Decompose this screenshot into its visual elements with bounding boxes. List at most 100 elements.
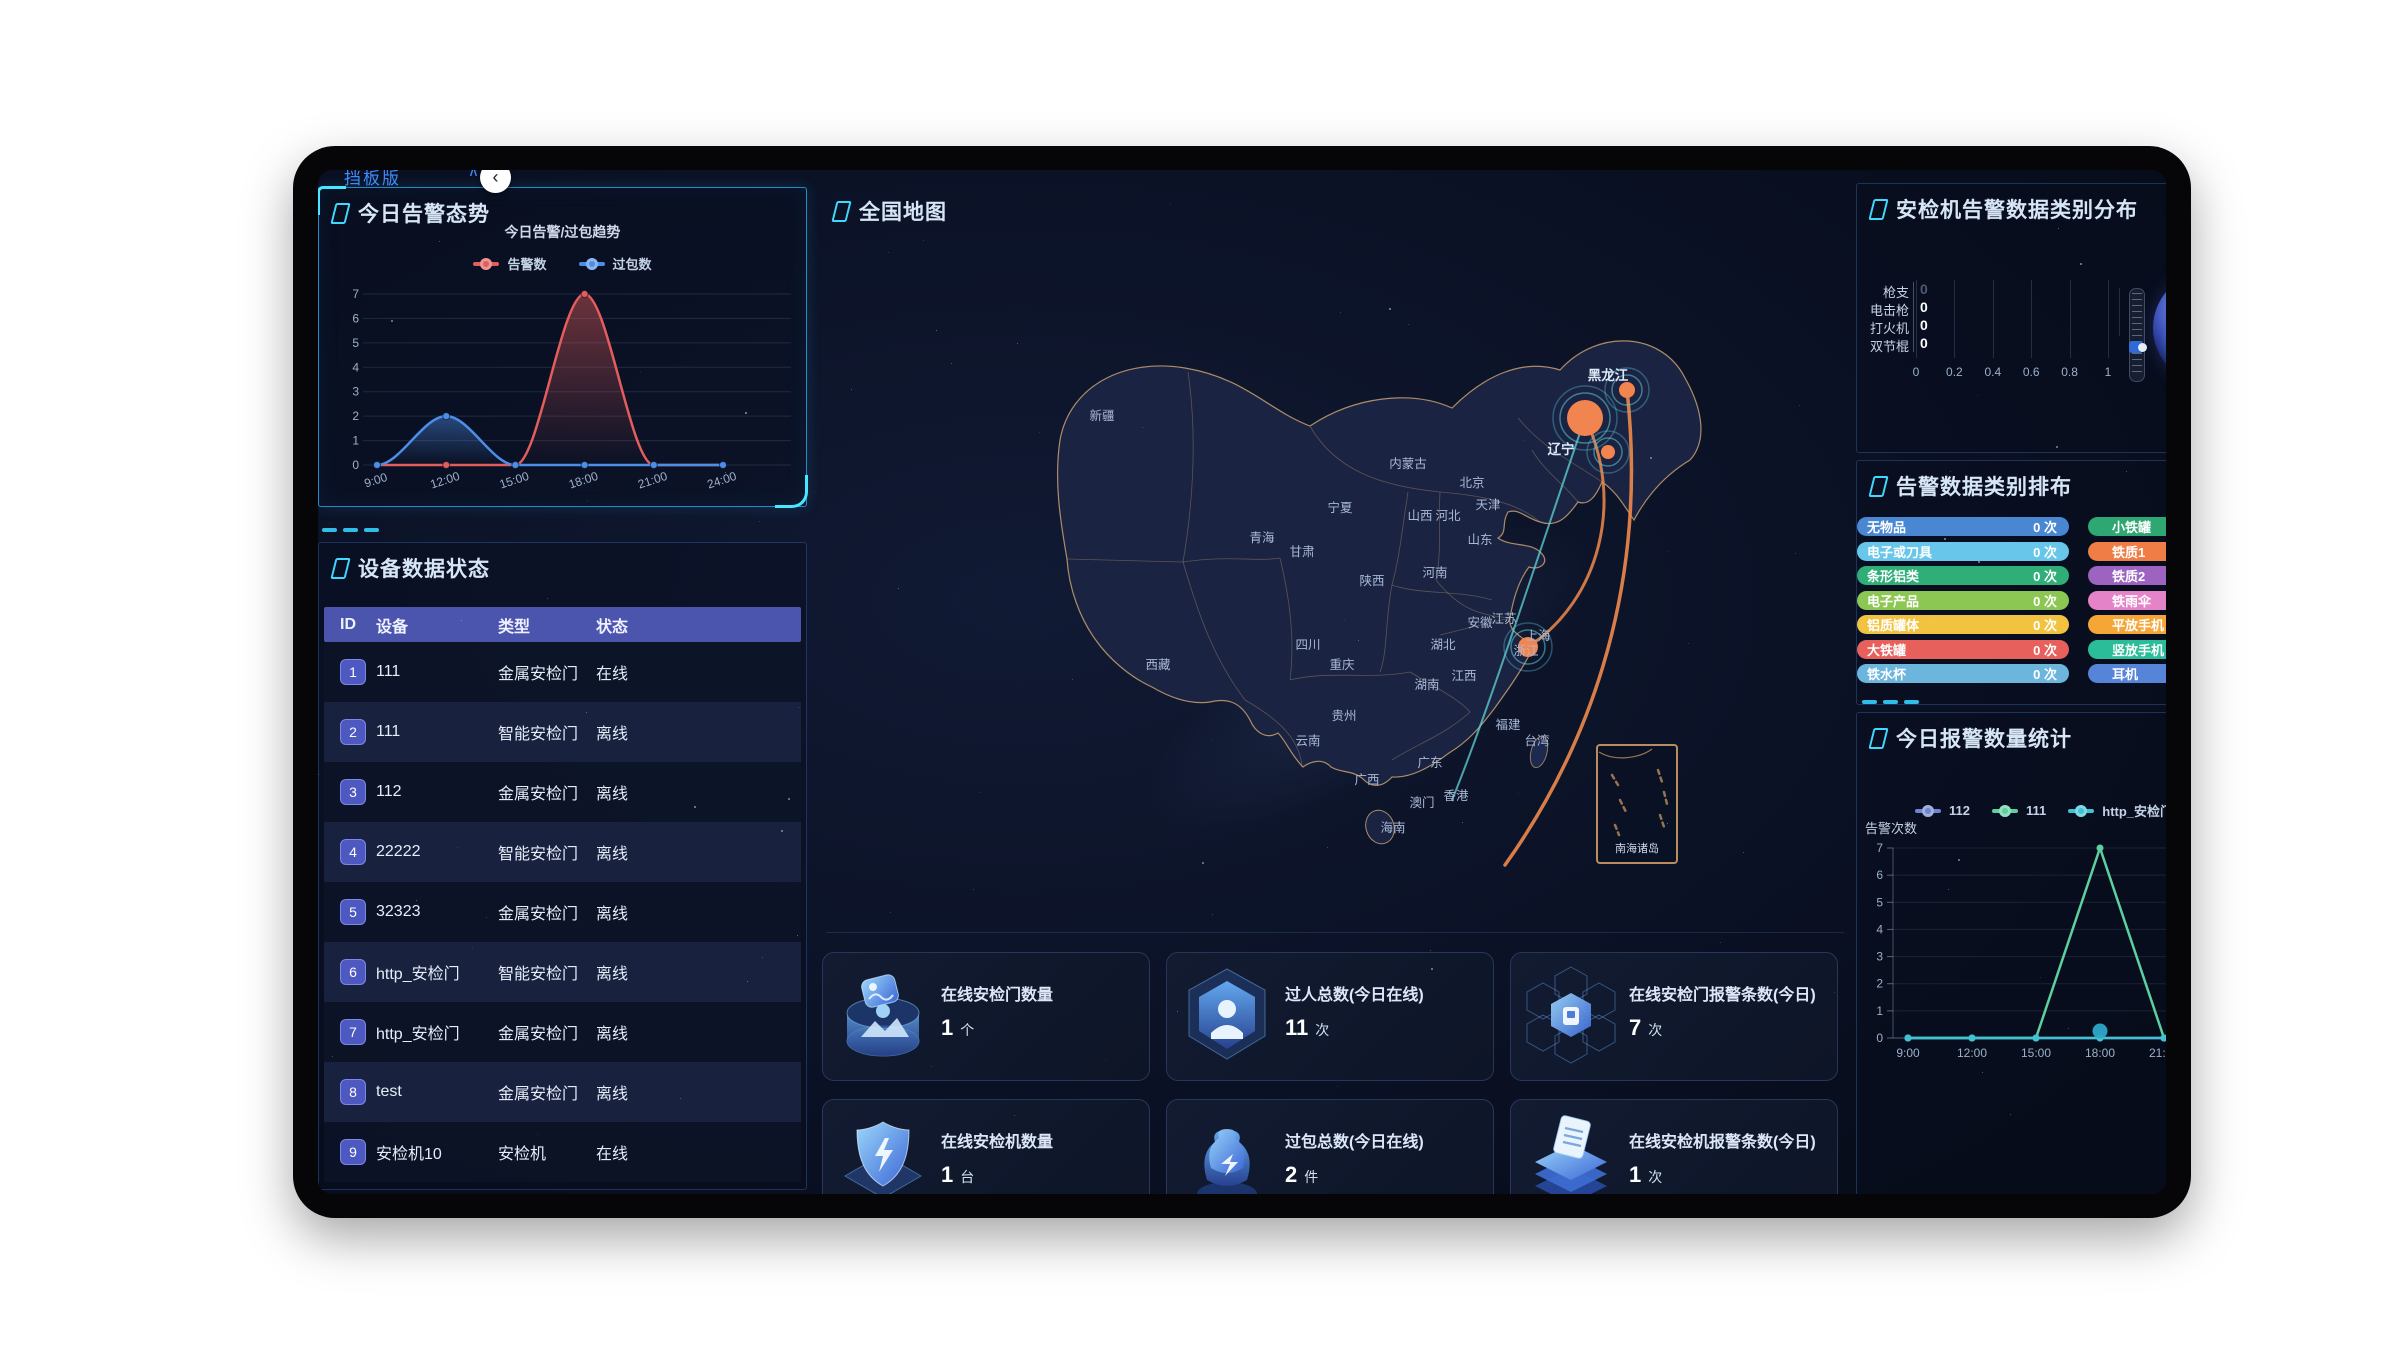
stat-card-label: 在线安检机报警条数(今日) [1629, 1128, 1816, 1152]
province-label: 山东 [1467, 533, 1492, 547]
table-cell: 安检机 [498, 1140, 596, 1164]
grid-line [1954, 280, 1955, 358]
table-row[interactable]: 9安检机10安检机在线 [324, 1122, 801, 1182]
stat-card-label: 在线安检门报警条数(今日) [1629, 981, 1816, 1005]
star-decoration [951, 363, 952, 364]
star-decoration [2126, 471, 2127, 472]
row-id-badge: 1 [340, 659, 366, 685]
province-label: 陕西 [1359, 573, 1384, 588]
svg-text:21:00: 21:00 [636, 469, 669, 492]
panel-title-category-rank: 告警数据类别排布 [1871, 471, 2072, 501]
star-decoration [973, 889, 974, 890]
table-cell: 离线 [596, 720, 801, 744]
rank-pill: 铁质2 [2088, 566, 2166, 585]
table-row[interactable]: 3112金属安检门离线 [324, 762, 801, 822]
pill-label: 条形铝类 [1867, 566, 1919, 585]
province-label: 湖北 [1430, 637, 1456, 652]
table-row[interactable]: 8test金属安检门离线 [324, 1062, 801, 1122]
rank-pill: 铝质罐体0 次 [1857, 615, 2069, 634]
rank-pill: 无物品0 次 [1857, 517, 2069, 536]
svg-text:3: 3 [352, 385, 359, 399]
province-label: 江西 [1451, 669, 1476, 683]
svg-text:12:00: 12:00 [429, 469, 462, 492]
star-decoration [1358, 640, 1359, 641]
globe-decoration [2153, 272, 2166, 384]
province-label: 上海 [1525, 628, 1551, 643]
svg-text:5: 5 [352, 336, 359, 350]
pill-label: 铁质1 [2098, 542, 2145, 561]
grid-line [2108, 280, 2109, 358]
province-label: 广东 [1417, 756, 1442, 770]
svg-text:12:00: 12:00 [1957, 1046, 1987, 1060]
stat-card: 在线安检机数量1台 [822, 1099, 1150, 1194]
panel-title-text: 告警数据类别排布 [1896, 471, 2072, 501]
stat-card-unit: 次 [1648, 1022, 1662, 1038]
svg-text:0: 0 [1876, 1031, 1883, 1045]
svg-text:15:00: 15:00 [2021, 1046, 2051, 1060]
today-alarm-chart: 告警次数012345679:0012:0015:0018:0021:00 [1857, 713, 2166, 1194]
svg-text:6: 6 [1876, 868, 1883, 882]
table-cell: 22222 [376, 843, 498, 861]
pill-label: 大铁罐 [1867, 640, 1906, 659]
table-cell: 离线 [596, 900, 801, 924]
province-label: 西藏 [1145, 658, 1171, 672]
star-decoration [1720, 942, 1721, 943]
province-label: 甘肃 [1289, 545, 1314, 559]
star-decoration [936, 330, 937, 331]
axis-tick-label: 0.4 [1984, 365, 2001, 379]
rank-pill: 平放手机 [2088, 615, 2166, 634]
star-decoration [888, 252, 889, 253]
axis-tick-label: 0.8 [2061, 365, 2078, 379]
category-value: 0 [1920, 299, 1928, 315]
table-cell: 金属安检门 [498, 1020, 596, 1044]
pill-label: 铁质2 [2098, 566, 2145, 585]
province-label: 北京 [1459, 476, 1484, 490]
stat-card-unit: 台 [960, 1169, 974, 1185]
svg-text:告警次数: 告警次数 [1865, 821, 1917, 836]
star-decoration [1958, 859, 1960, 861]
axis-tick-label: 0.2 [1946, 365, 1963, 379]
grid-line [1993, 280, 1994, 358]
svg-text:7: 7 [1876, 841, 1883, 855]
province-label: 湖南 [1414, 677, 1439, 692]
table-row[interactable]: 2111智能安检门离线 [324, 702, 801, 762]
table-cell: 离线 [596, 1080, 801, 1104]
category-label: 枪支 [1863, 282, 1909, 301]
table-row[interactable]: 422222智能安检门离线 [324, 822, 801, 882]
table-cell: 在线 [596, 660, 801, 684]
table-row[interactable]: 1111金属安检门在线 [324, 642, 801, 702]
star-decoration [745, 412, 747, 414]
row-id-badge: 5 [340, 899, 366, 925]
hexes-icon [1521, 963, 1621, 1067]
rank-pill: 竖放手机 [2088, 640, 2166, 659]
inset-label: 南海诸岛 [1615, 841, 1659, 855]
zoom-slider-handle[interactable] [2129, 341, 2143, 353]
svg-text:15:00: 15:00 [498, 469, 531, 492]
stat-card-unit: 件 [1304, 1169, 1318, 1185]
stat-card: 过包总数(今日在线)2件 [1166, 1099, 1494, 1194]
row-id-badge: 9 [340, 1139, 366, 1165]
star-decoration [391, 320, 393, 322]
table-row[interactable]: 532323金属安检门离线 [324, 882, 801, 942]
svg-text:4: 4 [1876, 922, 1883, 936]
svg-text:18:00: 18:00 [2085, 1046, 2115, 1060]
star-decoration [781, 830, 783, 832]
province-label: 重庆 [1329, 657, 1355, 672]
stat-card: 在线安检门数量1个 [822, 952, 1150, 1081]
rank-pill: 条形铝类0 次 [1857, 566, 2069, 585]
table-cell: test [376, 1083, 498, 1101]
chevron-up-icon[interactable]: ∧ [468, 170, 479, 180]
pill-label: 电子产品 [1867, 591, 1919, 610]
table-row[interactable]: 7http_安检门金属安检门离线 [324, 1002, 801, 1062]
star-decoration [923, 240, 924, 241]
star-decoration [1430, 950, 1431, 951]
row-id-badge: 8 [340, 1079, 366, 1105]
star-decoration [1934, 622, 1935, 623]
column-header: 状态 [596, 613, 801, 637]
pill-value: 0 次 [2033, 640, 2057, 659]
rank-pill: 耳机 [2088, 664, 2166, 683]
table-row[interactable]: 6http_安检门智能安检门离线 [324, 942, 801, 1002]
row-id-badge: 6 [340, 959, 366, 985]
cell-id: 9 [324, 1139, 376, 1165]
pill-label: 铁水杯 [1867, 664, 1906, 683]
